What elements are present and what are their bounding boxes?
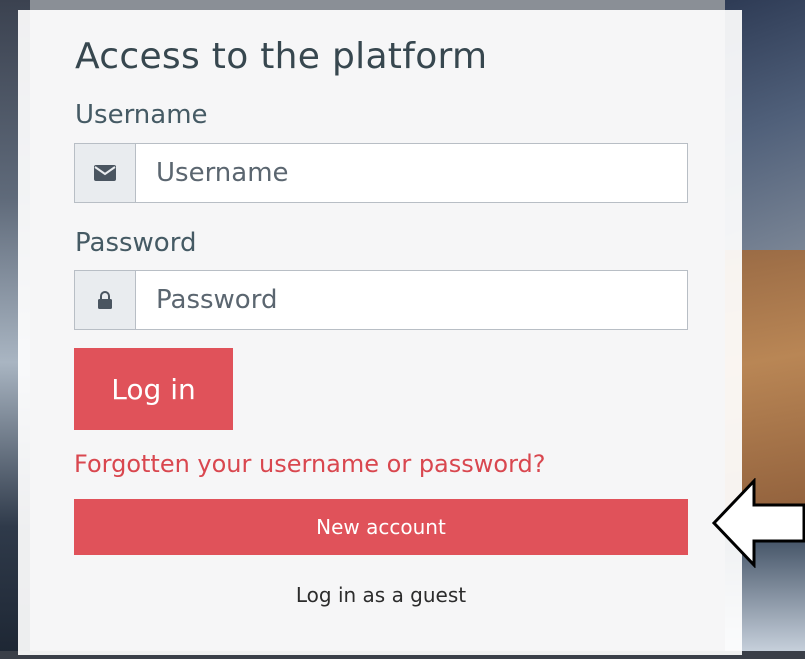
left-arrow-icon — [712, 478, 805, 568]
login-card: Access to the platform Username Password… — [18, 10, 742, 655]
guest-login-link[interactable]: Log in as a guest — [74, 583, 688, 607]
page-title: Access to the platform — [75, 36, 488, 77]
username-input[interactable] — [136, 144, 687, 202]
password-label: Password — [75, 228, 197, 258]
forgot-password-link[interactable]: Forgotten your username or password? — [74, 450, 546, 478]
username-input-group — [74, 143, 688, 203]
new-account-button[interactable]: New account — [74, 499, 688, 555]
username-label: Username — [75, 100, 208, 130]
password-input-group — [74, 270, 688, 330]
envelope-icon — [75, 144, 136, 202]
password-input[interactable] — [136, 271, 687, 329]
login-button[interactable]: Log in — [74, 348, 233, 430]
lock-icon — [75, 271, 136, 329]
